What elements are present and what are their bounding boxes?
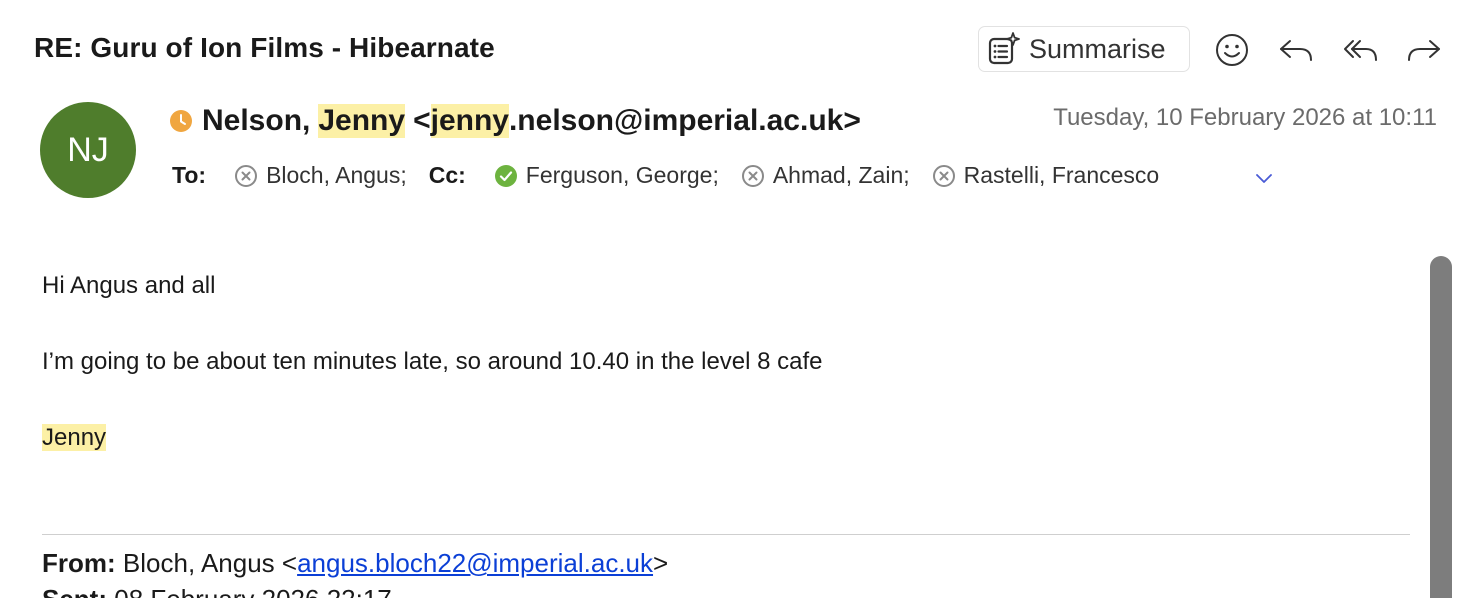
avatar-initials: NJ xyxy=(67,130,109,169)
signature-highlight: Jenny xyxy=(42,424,107,451)
unavailable-status-icon xyxy=(741,164,764,187)
recipient-cc-1[interactable]: Ahmad, Zain; xyxy=(741,162,910,189)
summarise-icon xyxy=(988,32,1020,65)
chevron-down-icon[interactable] xyxy=(1253,168,1275,188)
forward-icon[interactable] xyxy=(1406,32,1442,68)
recipient-to-0[interactable]: Bloch, Angus; xyxy=(234,162,407,189)
quoted-from-close: > xyxy=(653,548,669,578)
email-reading-pane: RE: Guru of Ion Films - Hibearnate Summa… xyxy=(0,0,1472,598)
reply-all-icon[interactable] xyxy=(1342,32,1378,68)
sender-avatar[interactable]: NJ xyxy=(40,102,136,198)
quoted-sent-label: Sent: xyxy=(42,584,107,598)
to-label: To: xyxy=(172,162,207,188)
recipient-cc-0[interactable]: Ferguson, George; xyxy=(494,162,719,189)
summarise-label: Summarise xyxy=(1029,33,1166,64)
sender-first-name-highlight: Jenny xyxy=(318,104,406,138)
cc-label: Cc: xyxy=(428,162,466,188)
sender-email-highlight: jenny xyxy=(430,104,509,138)
smiley-icon[interactable] xyxy=(1214,32,1250,68)
sender-line[interactable]: Nelson, Jenny < jenny .nelson@imperial.a… xyxy=(170,104,861,138)
body-signature: Jenny xyxy=(42,424,107,452)
summarise-button[interactable]: Summarise xyxy=(978,26,1190,72)
recipient-name: Rastelli, Francesco xyxy=(963,162,1160,188)
quoted-sent-value: 08 February 2026 22:17 xyxy=(114,584,392,598)
unavailable-status-icon xyxy=(932,164,955,187)
body-greeting: Hi Angus and all xyxy=(42,272,216,299)
quoted-sent-line: Sent: 08 February 2026 22:17 xyxy=(42,584,392,598)
presence-away-icon xyxy=(170,110,192,132)
quoted-from-label: From: xyxy=(42,548,116,578)
reply-icon[interactable] xyxy=(1278,32,1314,68)
quoted-from-line: From: Bloch, Angus <angus.bloch22@imperi… xyxy=(42,548,668,579)
quoted-from-name: Bloch, Angus < xyxy=(122,548,298,578)
recipient-name: Bloch, Angus; xyxy=(266,162,407,188)
sender-email-open: < xyxy=(413,104,431,137)
vertical-scrollbar-thumb[interactable] xyxy=(1430,256,1452,598)
quote-divider xyxy=(42,534,1410,535)
email-subject: RE: Guru of Ion Films - Hibearnate xyxy=(34,32,495,63)
body-line-1: I’m going to be about ten minutes late, … xyxy=(42,348,823,375)
available-status-icon xyxy=(494,164,517,187)
recipients-row: To: Bloch, Angus; Cc: Ferguson, George; … xyxy=(172,162,1181,189)
sender-last-name: Nelson, xyxy=(202,104,311,137)
recipient-name: Ferguson, George; xyxy=(525,162,719,188)
message-date: Tuesday, 10 February 2026 at 10:11 xyxy=(1053,104,1437,131)
sender-email-rest: .nelson@imperial.ac.uk> xyxy=(508,104,861,137)
recipient-cc-2[interactable]: Rastelli, Francesco xyxy=(932,162,1160,189)
quoted-from-email-link[interactable]: angus.bloch22@imperial.ac.uk xyxy=(297,548,653,578)
unavailable-status-icon xyxy=(235,164,258,187)
recipient-name: Ahmad, Zain; xyxy=(772,162,910,188)
